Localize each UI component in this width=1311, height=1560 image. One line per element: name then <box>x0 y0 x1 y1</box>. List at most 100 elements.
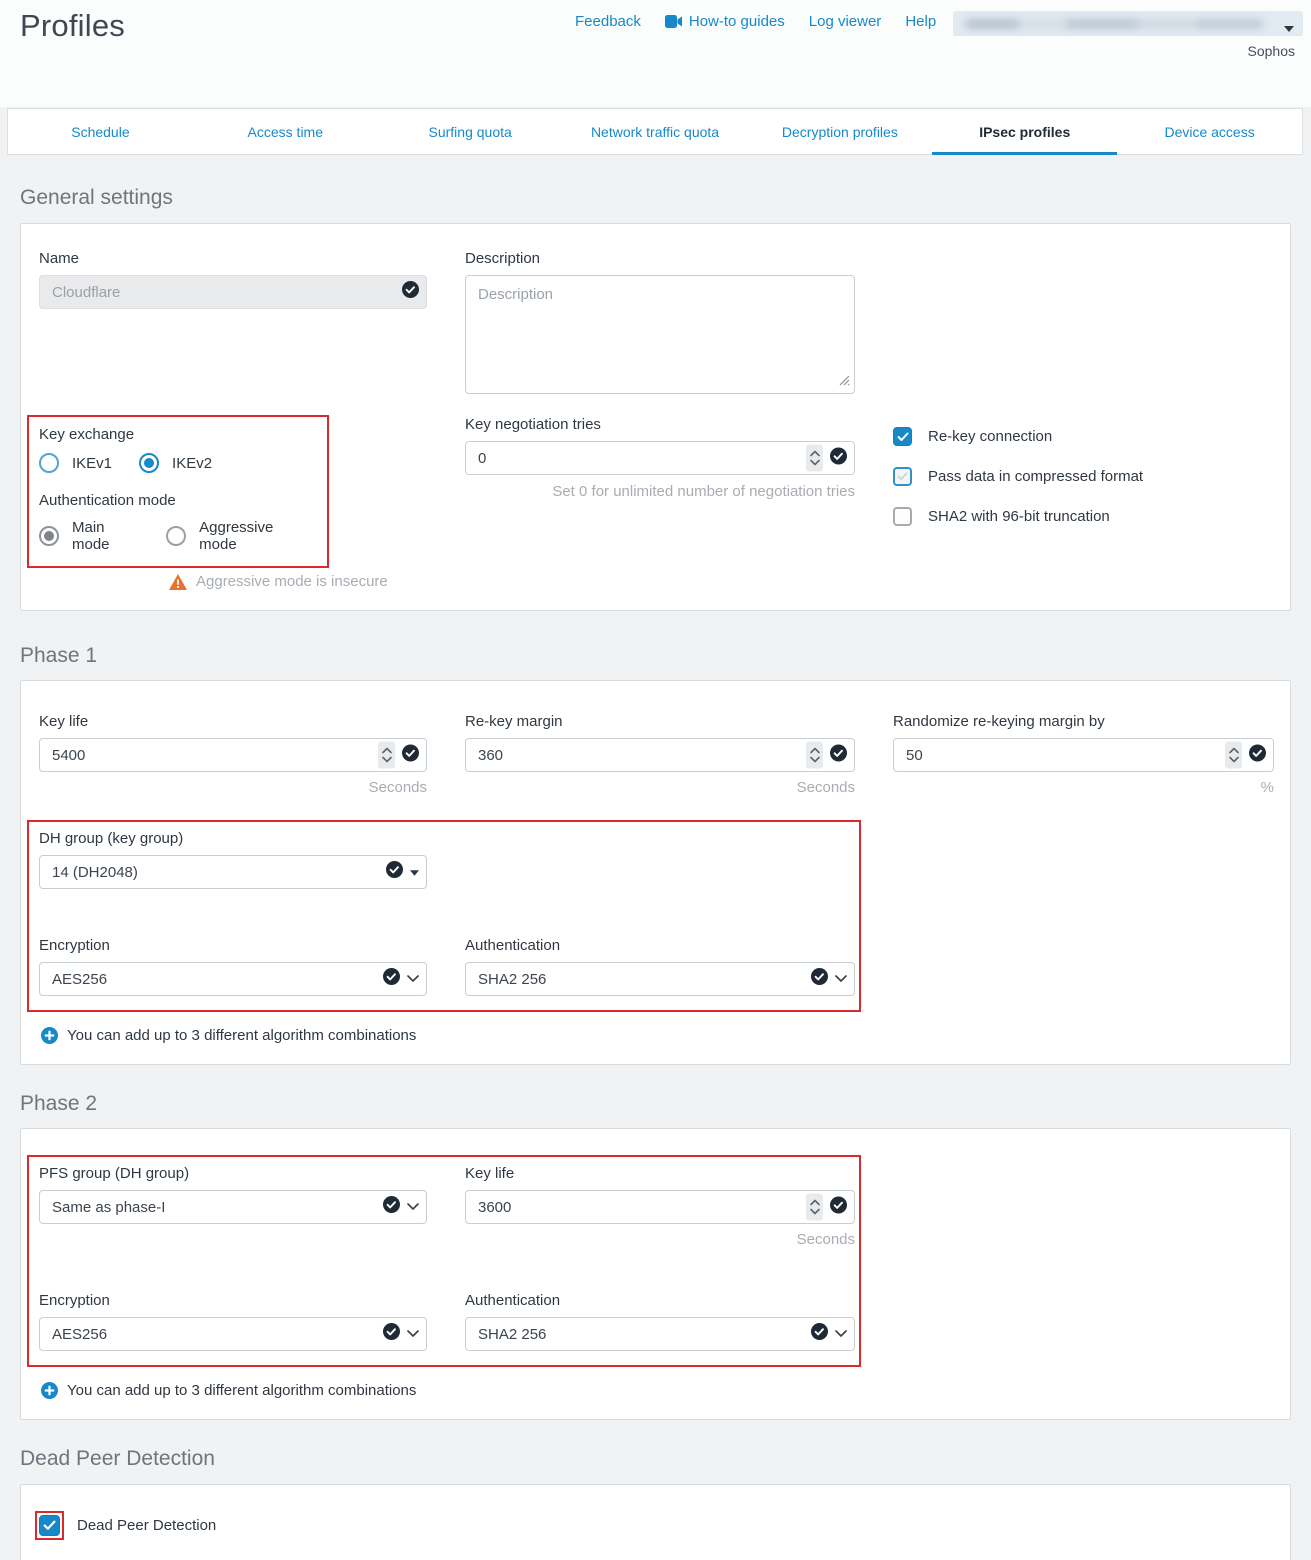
phase2-key-life-input[interactable] <box>466 1191 854 1223</box>
phase2-card: PFS group (DH group) Same as phase-I Key… <box>20 1128 1291 1420</box>
phase1-key-life-input[interactable] <box>40 739 426 771</box>
radio-main-mode-label[interactable]: Main mode <box>72 519 146 553</box>
phase2-add-note: You can add up to 3 different algorithm … <box>67 1382 416 1399</box>
video-camera-icon <box>665 15 683 28</box>
number-stepper[interactable] <box>1225 742 1242 769</box>
dpd-enable-label[interactable]: Dead Peer Detection <box>77 1517 216 1534</box>
phase1-key-life-label: Key life <box>39 713 427 730</box>
dpd-enable-checkbox[interactable] <box>39 1515 60 1536</box>
chevron-down-icon <box>407 1198 419 1216</box>
phase1-encryption-select[interactable]: AES256 <box>39 962 427 996</box>
spinner-down-icon <box>1229 757 1239 763</box>
phase2-algorithms-annotation-box: PFS group (DH group) Same as phase-I Key… <box>27 1155 861 1367</box>
dpd-heading: Dead Peer Detection <box>20 1447 1291 1471</box>
radio-ikev1[interactable] <box>39 453 59 473</box>
tab-schedule[interactable]: Schedule <box>8 109 193 154</box>
rekey-margin-field <box>465 738 855 772</box>
spinner-down-icon <box>810 1209 820 1215</box>
spinner-up-icon <box>810 1200 820 1206</box>
randomize-margin-field <box>893 738 1274 772</box>
valid-check-icon <box>383 968 400 990</box>
phase1-heading: Phase 1 <box>20 644 1291 668</box>
tab-ipsec-profiles[interactable]: IPsec profiles <box>932 109 1117 154</box>
spinner-up-icon <box>810 748 820 754</box>
randomize-margin-label: Randomize re-keying margin by <box>893 713 1274 730</box>
key-negotiation-tries-help: Set 0 for unlimited number of negotiatio… <box>465 483 855 500</box>
valid-check-icon <box>402 281 419 303</box>
log-viewer-link[interactable]: Log viewer <box>809 13 882 30</box>
spinner-down-icon <box>382 757 392 763</box>
sha2-truncation-checkbox[interactable] <box>893 507 912 526</box>
valid-check-icon <box>383 1323 400 1345</box>
valid-check-icon <box>811 1323 828 1345</box>
valid-check-icon <box>830 1196 847 1218</box>
name-field <box>39 275 427 309</box>
name-label: Name <box>39 250 427 267</box>
authentication-mode-label: Authentication mode <box>39 492 315 509</box>
add-icon[interactable] <box>41 1027 58 1044</box>
randomize-margin-input[interactable] <box>894 739 1273 771</box>
radio-aggressive-mode-label[interactable]: Aggressive mode <box>199 519 315 553</box>
rekey-margin-label: Re-key margin <box>465 713 855 730</box>
phase2-authentication-select[interactable]: SHA2 256 <box>465 1317 855 1351</box>
rekey-margin-unit: Seconds <box>465 779 855 796</box>
dpd-checkbox-annotation-box <box>35 1511 64 1540</box>
tab-network-traffic-quota[interactable]: Network traffic quota <box>563 109 748 154</box>
header: Profiles Feedback How-to guides Log view… <box>0 0 1311 107</box>
radio-ikev2[interactable] <box>139 453 159 473</box>
page-title: Profiles <box>20 8 125 44</box>
key-negotiation-tries-field <box>465 441 855 475</box>
help-link[interactable]: Help <box>905 13 936 30</box>
phase1-key-life-field <box>39 738 427 772</box>
spinner-down-icon <box>810 757 820 763</box>
user-account-dropdown[interactable] <box>953 11 1303 36</box>
phase2-heading: Phase 2 <box>20 1092 1291 1116</box>
dpd-card: Dead Peer Detection Check peer after eve… <box>20 1484 1291 1560</box>
spinner-up-icon <box>1229 748 1239 754</box>
header-links: Feedback How-to guides Log viewer Help <box>575 13 936 30</box>
key-negotiation-tries-input[interactable] <box>466 442 854 474</box>
number-stepper[interactable] <box>378 742 395 769</box>
chevron-down-icon <box>835 970 847 988</box>
number-stepper[interactable] <box>806 1194 823 1221</box>
warning-icon <box>169 574 187 590</box>
feedback-link[interactable]: Feedback <box>575 13 641 30</box>
rekey-connection-label[interactable]: Re-key connection <box>928 428 1052 445</box>
phase2-encryption-label: Encryption <box>39 1292 427 1309</box>
caret-down-icon <box>1284 19 1294 36</box>
dh-group-select[interactable]: 14 (DH2048) <box>39 855 427 889</box>
phase1-authentication-select[interactable]: SHA2 256 <box>465 962 855 996</box>
howto-guides-link[interactable]: How-to guides <box>665 13 785 30</box>
tab-decryption-profiles[interactable]: Decryption profiles <box>747 109 932 154</box>
tab-device-access[interactable]: Device access <box>1117 109 1302 154</box>
radio-ikev1-label[interactable]: IKEv1 <box>72 455 112 472</box>
compressed-format-label[interactable]: Pass data in compressed format <box>928 468 1143 485</box>
phase2-key-life-unit: Seconds <box>465 1231 855 1248</box>
compressed-format-checkbox[interactable] <box>893 467 912 486</box>
rekey-connection-checkbox[interactable] <box>893 427 912 446</box>
key-negotiation-tries-label: Key negotiation tries <box>465 416 855 433</box>
phase1-algorithms-annotation-box: DH group (key group) 14 (DH2048) Encrypt… <box>27 820 861 1012</box>
tab-access-time[interactable]: Access time <box>193 109 378 154</box>
name-input[interactable] <box>40 276 426 308</box>
add-icon[interactable] <box>41 1382 58 1399</box>
radio-ikev2-label[interactable]: IKEv2 <box>172 455 212 472</box>
radio-main-mode[interactable] <box>39 526 59 546</box>
sha2-truncation-label[interactable]: SHA2 with 96-bit truncation <box>928 508 1110 525</box>
phase2-encryption-select[interactable]: AES256 <box>39 1317 427 1351</box>
description-input[interactable] <box>465 275 855 394</box>
rekey-margin-input[interactable] <box>466 739 854 771</box>
redacted-account-name <box>965 19 1263 29</box>
number-stepper[interactable] <box>806 445 823 472</box>
radio-aggressive-mode[interactable] <box>166 526 186 546</box>
chevron-down-icon <box>407 970 419 988</box>
valid-check-icon <box>1249 744 1266 766</box>
general-settings-heading: General settings <box>20 186 1291 210</box>
tab-surfing-quota[interactable]: Surfing quota <box>378 109 563 154</box>
phase1-card: Key life Seconds Re-key margin <box>20 680 1291 1065</box>
pfs-group-label: PFS group (DH group) <box>39 1165 427 1182</box>
pfs-group-select[interactable]: Same as phase-I <box>39 1190 427 1224</box>
description-label: Description <box>465 250 855 267</box>
valid-check-icon <box>402 744 419 766</box>
number-stepper[interactable] <box>806 742 823 769</box>
